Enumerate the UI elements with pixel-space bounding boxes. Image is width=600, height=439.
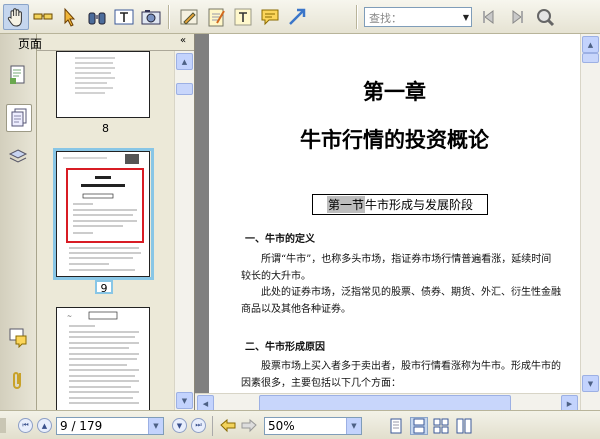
go-back-icon[interactable]	[219, 418, 237, 433]
text-box-icon[interactable]	[230, 4, 256, 30]
comment-bubble-icon[interactable]	[257, 4, 283, 30]
toolbar: 查找： ▼	[0, 0, 600, 34]
text-select-icon[interactable]	[111, 4, 137, 30]
page-number-field[interactable]: 9 / 179 ▼	[56, 417, 164, 435]
panel-collapse-button[interactable]: «	[180, 35, 186, 46]
first-page-icon[interactable]: ⏮	[18, 418, 33, 433]
scroll-up-icon[interactable]: ▲	[176, 53, 193, 70]
document-scrollbar[interactable]: ▲ ▼	[580, 34, 600, 410]
bookmark-page-icon[interactable]	[6, 62, 30, 88]
snapshot-camera-icon[interactable]	[138, 4, 164, 30]
go-forward-icon[interactable]	[240, 418, 258, 433]
binoculars-icon[interactable]	[84, 4, 110, 30]
thumbnail-label-9: 9	[95, 280, 113, 295]
horizontal-scrollbar[interactable]: ◀ ▶	[195, 393, 580, 412]
page-thumbnail-8[interactable]	[56, 51, 150, 118]
chapter-title: 牛市行情的投资概论	[300, 127, 489, 152]
heading-definition: 一、牛市的定义	[245, 234, 315, 245]
hand-tool-icon[interactable]	[3, 4, 29, 30]
page-thumbnail-9[interactable]	[56, 151, 150, 277]
next-page-icon[interactable]: ▼	[172, 418, 187, 433]
page-dropdown-icon[interactable]: ▼	[148, 418, 163, 434]
document-page: 第一章 牛市行情的投资概论 第一节 牛市形成与发展阶段 一、牛市的定义 所谓“牛市…	[209, 34, 580, 393]
section-title-box: 第一节 牛市形成与发展阶段	[312, 194, 488, 215]
continuous-view-icon[interactable]	[410, 417, 428, 435]
zoom-text: 50%	[268, 419, 295, 433]
side-tab-strip	[0, 34, 37, 410]
section-title-text: 牛市形成与发展阶段	[365, 198, 474, 212]
scroll-down-icon[interactable]: ▼	[176, 392, 193, 409]
note-pad-icon[interactable]	[203, 4, 229, 30]
single-page-view-icon[interactable]	[388, 418, 404, 434]
scroll-up-icon[interactable]: ▲	[582, 36, 599, 53]
pages-panel-icon[interactable]	[6, 104, 32, 132]
paragraph-2: 此处的证券市场，泛指常见的股票、债券、期货、外汇、衍生性金融商品以及其他各种证券…	[241, 287, 561, 315]
paragraph-1: 所谓“牛市”，也称多头市场，指证券市场行情普遍看涨，延续时间较长的大升市。	[241, 254, 552, 282]
layers-icon[interactable]	[6, 144, 30, 170]
search-label: 查找：	[369, 12, 402, 25]
thumbnail-label-8: 8	[102, 122, 109, 135]
find-next-icon[interactable]	[504, 4, 530, 30]
chapter-number: 第一章	[363, 79, 426, 104]
thumbnail-scrollbar[interactable]: ▲ ▼	[174, 51, 194, 410]
zoom-field[interactable]: 50% ▼	[264, 417, 362, 435]
page-number-text: 9 / 179	[60, 419, 103, 433]
paragraph-3: 股票市场上买入者多于卖出者，股市行情看涨称为牛市。形成牛市的因素很多，主要包括以…	[241, 361, 561, 389]
pencil-edit-icon[interactable]	[176, 4, 202, 30]
status-bar: ⏮ ▲ 9 / 179 ▼ ▼ ⏭ 50% ▼	[0, 410, 600, 439]
page-thumbnail-10[interactable]: ~	[56, 307, 150, 410]
search-input[interactable]: 查找：	[364, 7, 472, 27]
document-view[interactable]: 第一章 牛市行情的投资概论 第一节 牛市形成与发展阶段 一、牛市的定义 所谓“牛市…	[195, 34, 580, 393]
svg-text:~: ~	[67, 313, 72, 320]
thumbnail-list: 8 9 ~	[37, 51, 174, 410]
previous-page-icon[interactable]: ▲	[37, 418, 52, 433]
zoom-dropdown-icon[interactable]: ▼	[346, 418, 361, 434]
section-title-highlight: 第一节	[326, 196, 365, 213]
panel-title: 页面	[18, 37, 43, 51]
arrow-line-icon[interactable]	[284, 4, 310, 30]
continuous-facing-view-icon[interactable]	[456, 418, 472, 434]
facing-view-icon[interactable]	[433, 418, 449, 434]
scroll-thumb[interactable]	[176, 83, 193, 95]
search-options-icon[interactable]	[532, 4, 558, 30]
glasses-icon[interactable]	[30, 4, 56, 30]
last-page-icon[interactable]: ⏭	[191, 418, 206, 433]
scroll-down-icon[interactable]: ▼	[582, 375, 599, 392]
find-previous-icon[interactable]	[476, 4, 502, 30]
scroll-thumb[interactable]	[582, 53, 599, 63]
attachment-paperclip-icon[interactable]	[6, 367, 30, 393]
select-arrow-icon[interactable]	[57, 4, 83, 30]
search-dropdown-icon[interactable]: ▼	[461, 8, 471, 26]
heading-causes: 二、牛市形成原因	[245, 342, 325, 353]
comments-icon[interactable]	[6, 324, 30, 350]
